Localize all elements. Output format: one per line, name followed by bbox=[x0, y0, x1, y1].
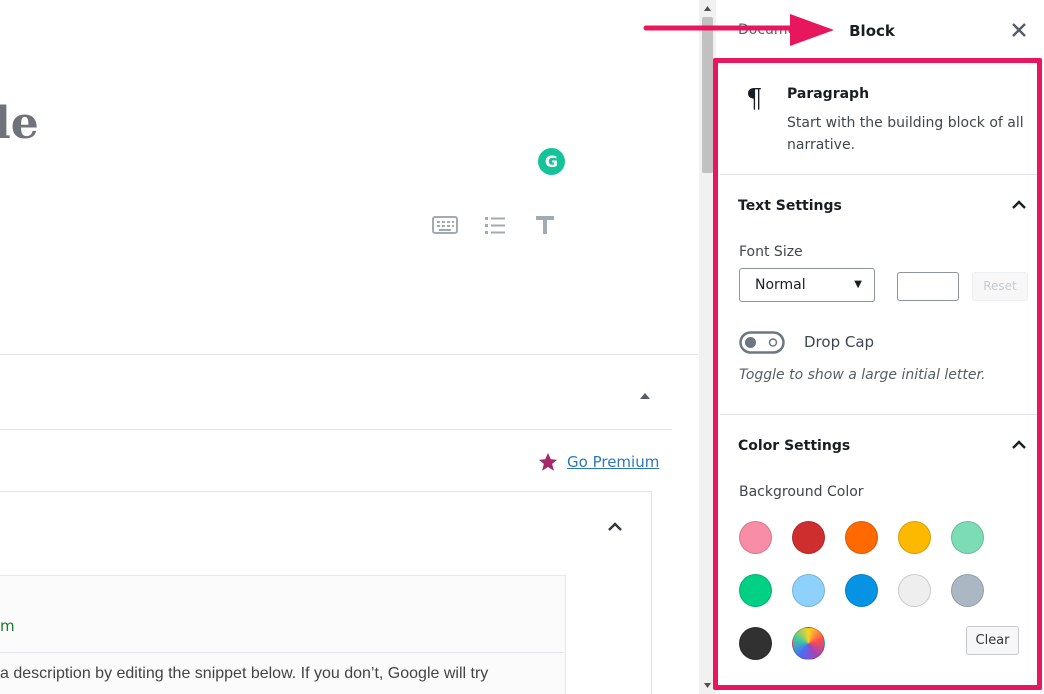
color-swatch[interactable] bbox=[792, 627, 825, 660]
block-description: Start with the building block of all nar… bbox=[787, 115, 1024, 153]
snippet-description: a description by editing the snippet bel… bbox=[0, 665, 489, 682]
dropdown-arrow-icon: ▼ bbox=[854, 279, 862, 290]
divider bbox=[0, 652, 564, 653]
settings-sidebar: Document Block ¶ Paragraph Start with th… bbox=[716, 0, 1044, 694]
block-card: ¶ Paragraph Start with the building bloc… bbox=[720, 60, 1040, 174]
snippet-url: m bbox=[0, 617, 15, 635]
font-size-label: Font Size bbox=[739, 244, 803, 260]
divider bbox=[0, 354, 698, 355]
color-swatch[interactable] bbox=[739, 627, 772, 660]
color-swatch[interactable] bbox=[951, 574, 984, 607]
text-settings-toggle[interactable]: Text Settings bbox=[738, 198, 842, 214]
scrollbar[interactable] bbox=[699, 0, 716, 694]
star-icon bbox=[538, 452, 558, 471]
list-icon[interactable] bbox=[481, 212, 509, 238]
background-color-label: Background Color bbox=[739, 484, 864, 500]
clear-color-button[interactable]: Clear bbox=[966, 626, 1019, 655]
editor-canvas: le G Go Premium m a description by editi… bbox=[0, 0, 698, 694]
color-swatch[interactable] bbox=[792, 574, 825, 607]
divider bbox=[720, 174, 1040, 175]
divider bbox=[0, 429, 672, 430]
font-size-value: Normal bbox=[755, 277, 806, 293]
color-swatch[interactable] bbox=[898, 574, 931, 607]
divider bbox=[720, 414, 1040, 415]
custom-font-size-input[interactable] bbox=[897, 272, 959, 301]
drop-cap-label: Drop Cap bbox=[804, 333, 875, 351]
annotation-arrow-icon bbox=[643, 14, 834, 46]
grammarly-icon[interactable]: G bbox=[538, 148, 565, 175]
go-premium-link[interactable]: Go Premium bbox=[567, 453, 659, 471]
color-swatch[interactable] bbox=[739, 521, 772, 554]
post-title[interactable]: le bbox=[0, 98, 39, 149]
tab-block[interactable]: Block bbox=[834, 0, 910, 61]
color-swatch[interactable] bbox=[898, 521, 931, 554]
color-swatch[interactable] bbox=[845, 574, 878, 607]
chevron-up-icon[interactable] bbox=[1010, 196, 1028, 214]
drop-cap-toggle[interactable] bbox=[739, 331, 785, 354]
color-swatch[interactable] bbox=[739, 574, 772, 607]
block-name: Paragraph bbox=[787, 86, 870, 102]
color-swatch[interactable] bbox=[951, 521, 984, 554]
chevron-up-icon[interactable] bbox=[1010, 436, 1028, 454]
scroll-down-arrow-icon[interactable] bbox=[699, 677, 716, 694]
pilcrow-icon: ¶ bbox=[746, 84, 763, 114]
font-size-select[interactable]: Normal ▼ bbox=[739, 268, 875, 302]
reset-button[interactable]: Reset bbox=[972, 272, 1028, 301]
color-swatch[interactable] bbox=[792, 521, 825, 554]
text-icon[interactable] bbox=[531, 212, 559, 238]
keyboard-icon[interactable] bbox=[431, 212, 459, 238]
triangle-up-icon[interactable] bbox=[636, 386, 654, 404]
color-settings-toggle[interactable]: Color Settings bbox=[738, 438, 850, 454]
color-swatch[interactable] bbox=[845, 521, 878, 554]
close-icon[interactable] bbox=[1009, 20, 1029, 40]
drop-cap-help-text: Toggle to show a large initial letter. bbox=[739, 367, 986, 383]
chevron-up-icon[interactable] bbox=[606, 518, 624, 536]
